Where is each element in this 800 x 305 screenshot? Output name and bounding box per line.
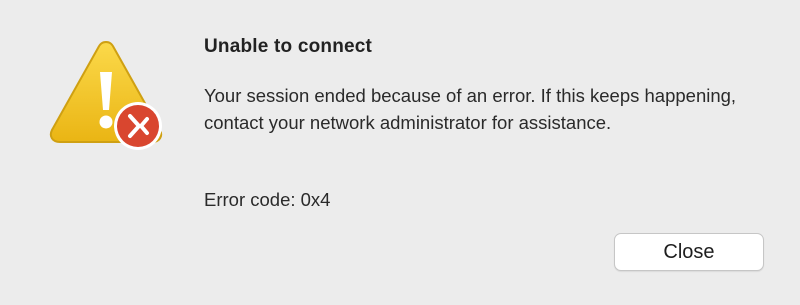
- close-button[interactable]: Close: [614, 233, 764, 271]
- error-dialog: Unable to connect Your session ended bec…: [0, 0, 800, 305]
- error-code-text: Error code: 0x4: [204, 189, 331, 210]
- dialog-title: Unable to connect: [204, 36, 373, 57]
- warning-triangle-icon: [49, 40, 163, 150]
- remote-desktop-icon: [114, 102, 162, 150]
- dialog-message: Your session ended because of an error. …: [204, 85, 737, 133]
